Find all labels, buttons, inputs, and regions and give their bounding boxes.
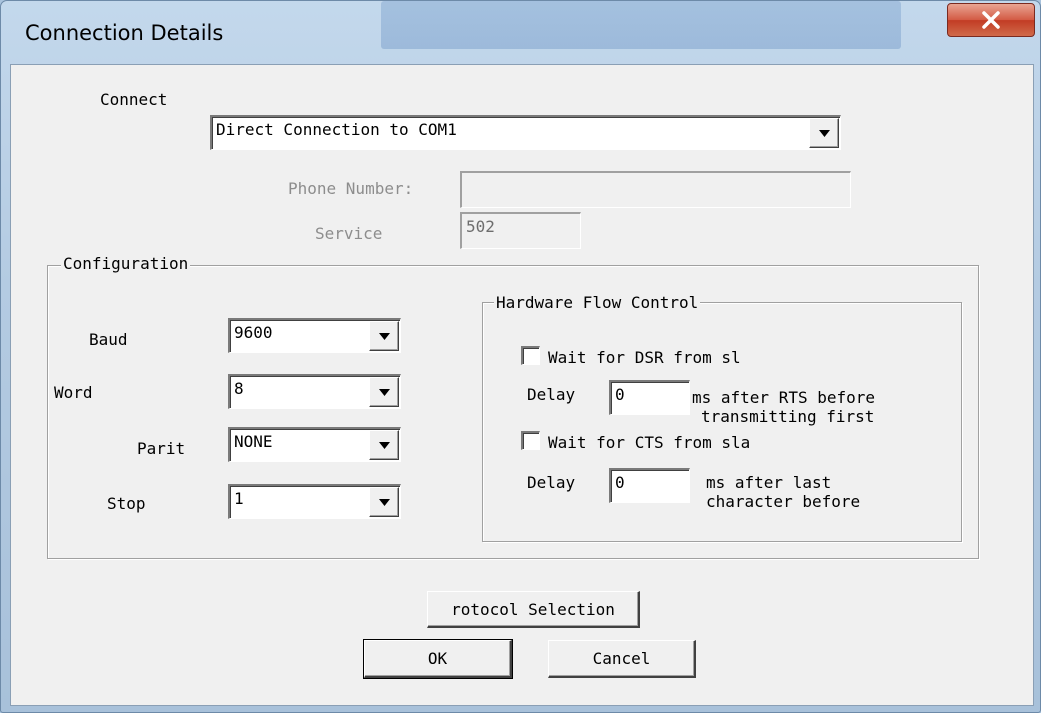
connection-details-window: Connection Details Connect Direct Connec… bbox=[0, 0, 1041, 713]
delay1-note-line2: transmitting first bbox=[701, 407, 875, 426]
protocol-selection-button[interactable]: rotocol Selection bbox=[427, 591, 640, 628]
delay2-input[interactable]: 0 bbox=[609, 468, 690, 503]
parity-value: NONE bbox=[234, 432, 273, 451]
baud-label: Baud bbox=[89, 330, 128, 349]
close-icon bbox=[982, 11, 1000, 29]
delay1-input[interactable]: 0 bbox=[609, 380, 690, 415]
stop-dropdown[interactable]: 1 bbox=[228, 484, 401, 519]
wait-dsr-checkbox[interactable] bbox=[521, 346, 540, 365]
delay2-note-line1: ms after last bbox=[706, 473, 832, 492]
chevron-down-icon bbox=[378, 441, 390, 449]
dialog-client-area: Connect Direct Connection to COM1 Phone … bbox=[10, 64, 1034, 706]
title-bar[interactable]: Connection Details bbox=[1, 1, 1040, 63]
delay1-label: Delay bbox=[527, 385, 576, 404]
hardware-flow-control-title: Hardware Flow Control bbox=[494, 293, 701, 312]
parity-label: Parit bbox=[137, 439, 186, 458]
service-label: Service bbox=[315, 224, 383, 243]
delay1-note: ms after RTS before transmitting first bbox=[692, 388, 875, 426]
word-dropdown[interactable]: 8 bbox=[228, 374, 401, 409]
delay1-note-line1: ms after RTS before bbox=[692, 388, 876, 407]
stop-value: 1 bbox=[234, 489, 244, 508]
chevron-down-icon bbox=[818, 129, 830, 137]
stop-label: Stop bbox=[107, 494, 146, 513]
wait-dsr-label: Wait for DSR from sl bbox=[548, 348, 741, 367]
wait-cts-checkbox[interactable] bbox=[521, 431, 540, 450]
close-button[interactable] bbox=[947, 3, 1035, 37]
word-value: 8 bbox=[234, 379, 244, 398]
connect-dropdown[interactable]: Direct Connection to COM1 bbox=[210, 115, 841, 150]
delay2-note: ms after last character before bbox=[706, 473, 860, 511]
connect-label: Connect bbox=[100, 90, 168, 109]
word-label: Word bbox=[54, 383, 93, 402]
baud-value: 9600 bbox=[234, 323, 273, 342]
ok-button[interactable]: OK bbox=[363, 639, 513, 679]
chevron-down-icon bbox=[378, 388, 390, 396]
baud-dropdown[interactable]: 9600 bbox=[228, 318, 401, 353]
connect-value: Direct Connection to COM1 bbox=[216, 120, 457, 139]
background-window-blur bbox=[381, 1, 901, 49]
chevron-down-icon bbox=[378, 498, 390, 506]
window-title: Connection Details bbox=[25, 21, 224, 45]
phone-number-field[interactable] bbox=[460, 171, 851, 208]
connect-dropdown-button[interactable] bbox=[809, 118, 839, 148]
stop-dropdown-button[interactable] bbox=[369, 487, 399, 517]
delay2-label: Delay bbox=[527, 473, 576, 492]
word-dropdown-button[interactable] bbox=[369, 377, 399, 407]
parity-dropdown[interactable]: NONE bbox=[228, 427, 401, 462]
configuration-group-title: Configuration bbox=[61, 254, 191, 273]
delay2-note-line2: character before bbox=[706, 492, 861, 511]
service-field[interactable]: 502 bbox=[460, 212, 581, 249]
baud-dropdown-button[interactable] bbox=[369, 321, 399, 351]
chevron-down-icon bbox=[378, 332, 390, 340]
phone-number-label: Phone Number: bbox=[288, 179, 414, 198]
parity-dropdown-button[interactable] bbox=[369, 430, 399, 460]
wait-cts-label: Wait for CTS from sla bbox=[548, 433, 751, 452]
cancel-button[interactable]: Cancel bbox=[548, 640, 696, 678]
